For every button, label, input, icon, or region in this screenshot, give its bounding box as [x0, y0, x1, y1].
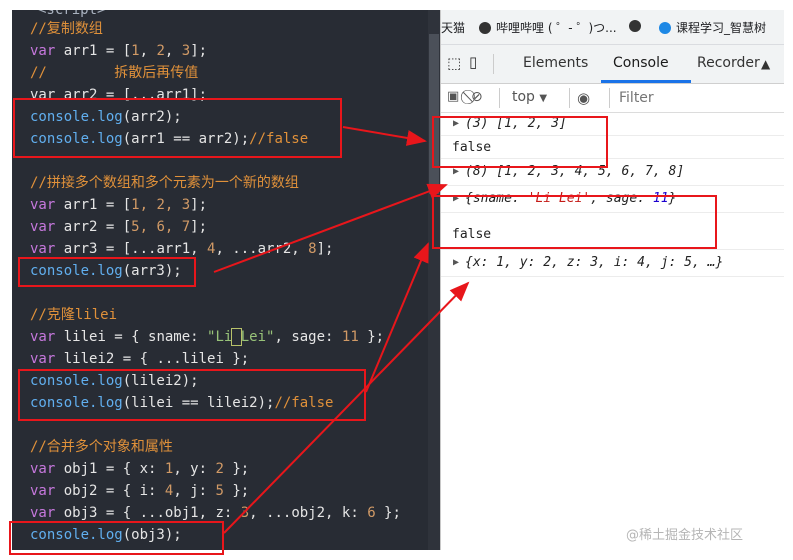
code-line: //拼接多个数组和多个元素为一个新的数组: [30, 175, 299, 191]
code-line: var arr1 = [1, 2, 3];: [30, 43, 208, 59]
watermark: @稀土掘金技术社区: [626, 528, 744, 543]
eye-icon[interactable]: ◉: [577, 89, 590, 107]
code-line: var arr1 = [1, 2, 3];: [30, 197, 208, 213]
annotation-box: [13, 98, 342, 158]
context-selector[interactable]: top ▼: [512, 89, 547, 105]
device-toolbar-icon[interactable]: ▯: [469, 53, 477, 71]
code-line: var obj1 = { x: 1, y: 2 };: [30, 461, 250, 477]
annotation-box: [18, 369, 366, 421]
bookmark-bilibili[interactable]: 哔哩哔哩 ( ゜- ゜)つ...: [479, 19, 617, 36]
code-line: //复制数组: [30, 21, 103, 37]
code-line: //克隆lilei: [30, 307, 118, 323]
annotation-box: [9, 521, 224, 555]
code-line: var lilei2 = { ...lilei };: [30, 351, 250, 367]
sidebar-toggle-icon[interactable]: ▣: [447, 89, 459, 104]
annotation-box: [432, 195, 717, 249]
tab-recorder[interactable]: Recorder: [697, 55, 760, 71]
code-line: var obj2 = { i: 4, j: 5 };: [30, 483, 250, 499]
code-line: //合并多个对象和属性: [30, 439, 173, 455]
console-toolbar: ▣ ⃠⊘ top ▼ ◉: [441, 84, 784, 113]
bookmark-course[interactable]: 课程学习_智慧树: [659, 19, 766, 36]
editor-scroll-thumb[interactable]: [429, 34, 439, 194]
code-line: var lilei = { sname: "Li Lei", sage: 11 …: [30, 328, 385, 346]
zhihuishu-icon: [659, 22, 671, 34]
code-line: // 拆散后再传值: [30, 65, 199, 81]
annotation-box: [432, 116, 608, 168]
code-line: var arr2 = [5, 6, 7];: [30, 219, 208, 235]
tab-console[interactable]: Console: [613, 55, 669, 71]
annotation-box: [18, 257, 196, 287]
active-tab-indicator: [601, 80, 691, 83]
console-message[interactable]: ▶ {x: 1, y: 2, z: 3, i: 4, j: 5, …}: [441, 250, 784, 277]
clear-console-icon[interactable]: ⃠⊘: [471, 89, 483, 105]
chevron-down-icon: ▼: [539, 93, 548, 104]
bookmark-blank[interactable]: [629, 19, 646, 33]
expand-triangle-icon: ▶: [453, 257, 460, 268]
globe-icon: [629, 20, 641, 32]
flask-icon: ▲: [761, 57, 771, 71]
bilibili-icon: [479, 22, 491, 34]
bookmarks-bar: 天猫 哔哩哔哩 ( ゜- ゜)つ... 课程学习_智慧树: [441, 10, 784, 45]
filter-input[interactable]: [617, 87, 781, 109]
inspect-icon[interactable]: ⬚: [447, 54, 461, 72]
bookmark-tmall[interactable]: 天猫: [441, 19, 465, 36]
devtools-tabs: ⬚ ▯ Elements Console Recorder ▲: [441, 45, 784, 84]
editor-scrollbar[interactable]: [428, 10, 440, 550]
devtools-panel: 天猫 哔哩哔哩 ( ゜- ゜)つ... 课程学习_智慧树 ⬚ ▯ Element…: [440, 10, 784, 550]
script-tag: <script>: [38, 10, 106, 18]
tab-elements[interactable]: Elements: [523, 55, 588, 71]
